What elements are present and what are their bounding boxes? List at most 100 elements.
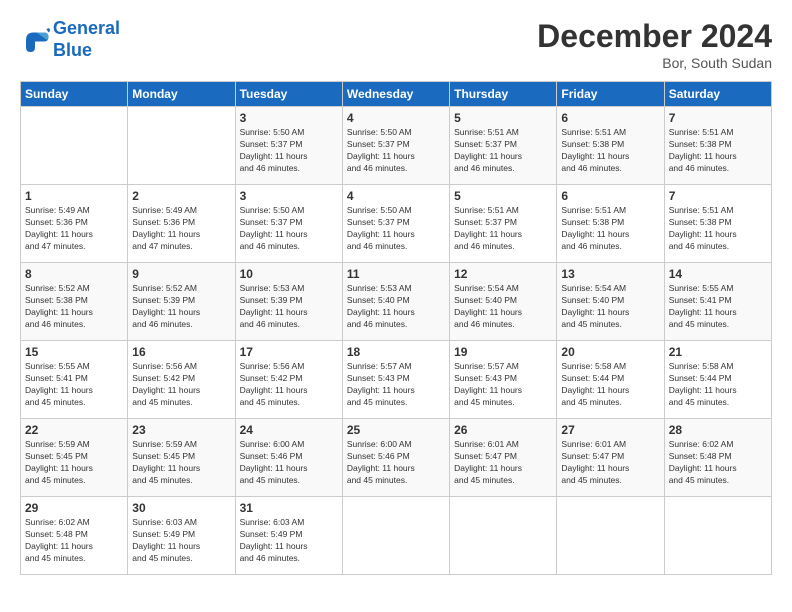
header-friday: Friday <box>557 82 664 107</box>
day-info: Sunrise: 5:51 AM Sunset: 5:38 PM Dayligh… <box>669 127 767 175</box>
day-info: Sunrise: 5:53 AM Sunset: 5:39 PM Dayligh… <box>240 283 338 331</box>
calendar-week-row: 15 Sunrise: 5:55 AM Sunset: 5:41 PM Dayl… <box>21 341 772 419</box>
day-number: 14 <box>669 267 767 281</box>
day-number: 18 <box>347 345 445 359</box>
page-header: General Blue December 2024 Bor, South Su… <box>20 18 772 71</box>
day-number: 6 <box>561 189 659 203</box>
calendar-cell: 1 Sunrise: 5:49 AM Sunset: 5:36 PM Dayli… <box>21 185 128 263</box>
day-number: 5 <box>454 111 552 125</box>
day-info: Sunrise: 5:55 AM Sunset: 5:41 PM Dayligh… <box>669 283 767 331</box>
day-number: 28 <box>669 423 767 437</box>
day-info: Sunrise: 5:51 AM Sunset: 5:38 PM Dayligh… <box>561 205 659 253</box>
logo-line2: Blue <box>53 40 92 60</box>
day-info: Sunrise: 5:51 AM Sunset: 5:38 PM Dayligh… <box>669 205 767 253</box>
day-info: Sunrise: 6:01 AM Sunset: 5:47 PM Dayligh… <box>454 439 552 487</box>
day-number: 1 <box>25 189 123 203</box>
day-number: 24 <box>240 423 338 437</box>
day-info: Sunrise: 5:51 AM Sunset: 5:38 PM Dayligh… <box>561 127 659 175</box>
day-info: Sunrise: 5:54 AM Sunset: 5:40 PM Dayligh… <box>561 283 659 331</box>
logo-icon <box>20 25 50 55</box>
day-number: 3 <box>240 111 338 125</box>
calendar-cell: 16 Sunrise: 5:56 AM Sunset: 5:42 PM Dayl… <box>128 341 235 419</box>
calendar-cell: 22 Sunrise: 5:59 AM Sunset: 5:45 PM Dayl… <box>21 419 128 497</box>
calendar-cell: 31 Sunrise: 6:03 AM Sunset: 5:49 PM Dayl… <box>235 497 342 575</box>
calendar-cell: 27 Sunrise: 6:01 AM Sunset: 5:47 PM Dayl… <box>557 419 664 497</box>
calendar-cell: 10 Sunrise: 5:53 AM Sunset: 5:39 PM Dayl… <box>235 263 342 341</box>
header-thursday: Thursday <box>450 82 557 107</box>
day-info: Sunrise: 6:03 AM Sunset: 5:49 PM Dayligh… <box>240 517 338 565</box>
header-tuesday: Tuesday <box>235 82 342 107</box>
day-info: Sunrise: 6:01 AM Sunset: 5:47 PM Dayligh… <box>561 439 659 487</box>
calendar-cell: 8 Sunrise: 5:52 AM Sunset: 5:38 PM Dayli… <box>21 263 128 341</box>
day-number: 5 <box>454 189 552 203</box>
day-number: 4 <box>347 111 445 125</box>
day-number: 2 <box>132 189 230 203</box>
day-number: 3 <box>240 189 338 203</box>
calendar-week-row: 29 Sunrise: 6:02 AM Sunset: 5:48 PM Dayl… <box>21 497 772 575</box>
calendar-cell: 29 Sunrise: 6:02 AM Sunset: 5:48 PM Dayl… <box>21 497 128 575</box>
calendar-cell: 4 Sunrise: 5:50 AM Sunset: 5:37 PM Dayli… <box>342 185 449 263</box>
day-number: 22 <box>25 423 123 437</box>
calendar-cell: 20 Sunrise: 5:58 AM Sunset: 5:44 PM Dayl… <box>557 341 664 419</box>
calendar-cell: 5 Sunrise: 5:51 AM Sunset: 5:37 PM Dayli… <box>450 107 557 185</box>
day-info: Sunrise: 6:00 AM Sunset: 5:46 PM Dayligh… <box>240 439 338 487</box>
calendar-cell: 6 Sunrise: 5:51 AM Sunset: 5:38 PM Dayli… <box>557 107 664 185</box>
day-number: 7 <box>669 189 767 203</box>
calendar-cell: 25 Sunrise: 6:00 AM Sunset: 5:46 PM Dayl… <box>342 419 449 497</box>
title-block: December 2024 Bor, South Sudan <box>537 18 772 71</box>
calendar-cell: 28 Sunrise: 6:02 AM Sunset: 5:48 PM Dayl… <box>664 419 771 497</box>
day-info: Sunrise: 6:02 AM Sunset: 5:48 PM Dayligh… <box>669 439 767 487</box>
calendar-cell: 18 Sunrise: 5:57 AM Sunset: 5:43 PM Dayl… <box>342 341 449 419</box>
day-number: 25 <box>347 423 445 437</box>
calendar-cell: 2 Sunrise: 5:49 AM Sunset: 5:36 PM Dayli… <box>128 185 235 263</box>
calendar-cell <box>450 497 557 575</box>
day-number: 15 <box>25 345 123 359</box>
calendar-cell: 7 Sunrise: 5:51 AM Sunset: 5:38 PM Dayli… <box>664 185 771 263</box>
day-number: 6 <box>561 111 659 125</box>
day-info: Sunrise: 5:50 AM Sunset: 5:37 PM Dayligh… <box>240 205 338 253</box>
calendar-week-row: 8 Sunrise: 5:52 AM Sunset: 5:38 PM Dayli… <box>21 263 772 341</box>
day-info: Sunrise: 5:50 AM Sunset: 5:37 PM Dayligh… <box>347 127 445 175</box>
header-wednesday: Wednesday <box>342 82 449 107</box>
day-info: Sunrise: 5:57 AM Sunset: 5:43 PM Dayligh… <box>454 361 552 409</box>
calendar-cell: 11 Sunrise: 5:53 AM Sunset: 5:40 PM Dayl… <box>342 263 449 341</box>
calendar-cell: 17 Sunrise: 5:56 AM Sunset: 5:42 PM Dayl… <box>235 341 342 419</box>
calendar-cell: 15 Sunrise: 5:55 AM Sunset: 5:41 PM Dayl… <box>21 341 128 419</box>
day-number: 26 <box>454 423 552 437</box>
header-monday: Monday <box>128 82 235 107</box>
day-number: 30 <box>132 501 230 515</box>
day-info: Sunrise: 5:57 AM Sunset: 5:43 PM Dayligh… <box>347 361 445 409</box>
day-info: Sunrise: 5:58 AM Sunset: 5:44 PM Dayligh… <box>561 361 659 409</box>
calendar-table: Sunday Monday Tuesday Wednesday Thursday… <box>20 81 772 575</box>
calendar-week-row: 1 Sunrise: 5:49 AM Sunset: 5:36 PM Dayli… <box>21 185 772 263</box>
day-info: Sunrise: 5:50 AM Sunset: 5:37 PM Dayligh… <box>240 127 338 175</box>
calendar-cell: 5 Sunrise: 5:51 AM Sunset: 5:37 PM Dayli… <box>450 185 557 263</box>
day-number: 8 <box>25 267 123 281</box>
logo-text: General Blue <box>53 18 120 61</box>
day-number: 16 <box>132 345 230 359</box>
day-number: 13 <box>561 267 659 281</box>
day-number: 11 <box>347 267 445 281</box>
day-number: 23 <box>132 423 230 437</box>
day-info: Sunrise: 5:58 AM Sunset: 5:44 PM Dayligh… <box>669 361 767 409</box>
day-info: Sunrise: 5:59 AM Sunset: 5:45 PM Dayligh… <box>25 439 123 487</box>
day-info: Sunrise: 5:53 AM Sunset: 5:40 PM Dayligh… <box>347 283 445 331</box>
day-info: Sunrise: 5:52 AM Sunset: 5:38 PM Dayligh… <box>25 283 123 331</box>
day-info: Sunrise: 5:49 AM Sunset: 5:36 PM Dayligh… <box>132 205 230 253</box>
calendar-cell: 4 Sunrise: 5:50 AM Sunset: 5:37 PM Dayli… <box>342 107 449 185</box>
calendar-cell: 26 Sunrise: 6:01 AM Sunset: 5:47 PM Dayl… <box>450 419 557 497</box>
day-info: Sunrise: 5:59 AM Sunset: 5:45 PM Dayligh… <box>132 439 230 487</box>
header-saturday: Saturday <box>664 82 771 107</box>
calendar-page: General Blue December 2024 Bor, South Su… <box>0 0 792 612</box>
day-info: Sunrise: 6:00 AM Sunset: 5:46 PM Dayligh… <box>347 439 445 487</box>
calendar-cell <box>342 497 449 575</box>
calendar-cell <box>128 107 235 185</box>
day-info: Sunrise: 5:51 AM Sunset: 5:37 PM Dayligh… <box>454 127 552 175</box>
calendar-subtitle: Bor, South Sudan <box>537 55 772 71</box>
header-sunday: Sunday <box>21 82 128 107</box>
calendar-cell: 24 Sunrise: 6:00 AM Sunset: 5:46 PM Dayl… <box>235 419 342 497</box>
day-info: Sunrise: 5:51 AM Sunset: 5:37 PM Dayligh… <box>454 205 552 253</box>
day-info: Sunrise: 5:55 AM Sunset: 5:41 PM Dayligh… <box>25 361 123 409</box>
day-number: 21 <box>669 345 767 359</box>
calendar-week-row: 3 Sunrise: 5:50 AM Sunset: 5:37 PM Dayli… <box>21 107 772 185</box>
